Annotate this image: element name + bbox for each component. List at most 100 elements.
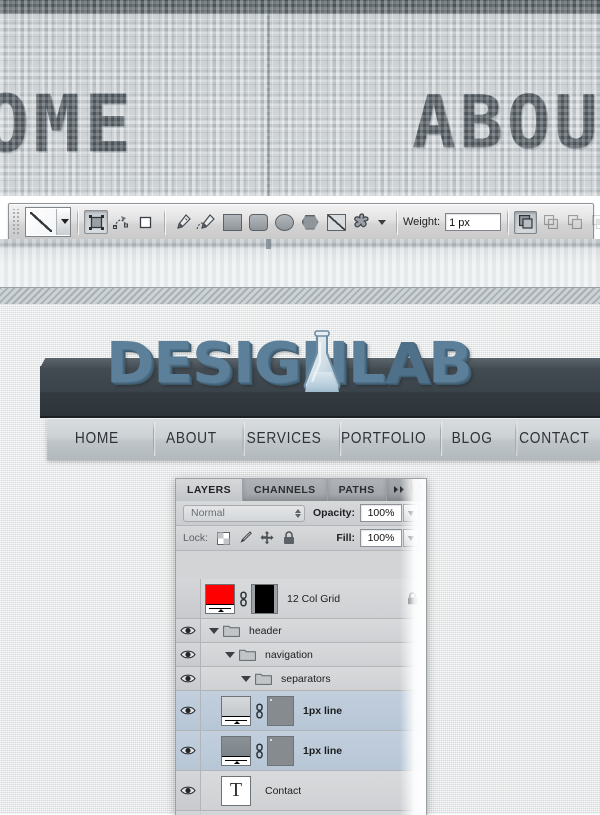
double-arrow-right-icon[interactable] — [393, 481, 406, 499]
opacity-input[interactable]: 100% — [360, 504, 402, 522]
canvas-vertical-guide — [266, 14, 271, 196]
filled-square-icon[interactable] — [134, 211, 156, 233]
nav-item-services[interactable]: SERVICES — [242, 418, 325, 460]
nav-item-contact[interactable]: CONTACT — [516, 418, 594, 460]
layer-name[interactable]: 1px line — [303, 745, 342, 757]
link-icon[interactable] — [253, 742, 265, 759]
layer-mask-thumbnail[interactable] — [251, 583, 278, 614]
rounded-rectangle-icon[interactable] — [245, 211, 271, 233]
layer-thumbnail[interactable] — [221, 735, 251, 766]
table-row[interactable]: navigation — [176, 643, 426, 667]
layer-name[interactable]: separators — [281, 673, 331, 685]
layer-name[interactable]: 1px line — [303, 705, 342, 717]
subtract-shape-icon[interactable] — [564, 212, 585, 233]
chevron-down-icon[interactable] — [378, 219, 386, 225]
text-layer-thumbnail[interactable]: T — [221, 775, 251, 806]
layer-visibility-toggle[interactable] — [176, 619, 201, 642]
canvas-top-dark-band — [0, 0, 600, 14]
layer-thumbnail[interactable] — [221, 695, 251, 726]
layer-mask-thumbnail[interactable] — [267, 735, 294, 766]
options-bar-grip[interactable] — [11, 209, 21, 235]
opacity-dropdown-icon[interactable] — [403, 504, 419, 522]
panel-menu-icon[interactable] — [417, 481, 426, 499]
layer-name[interactable]: 12 Col Grid — [287, 593, 340, 605]
layer-list[interactable]: 12 Col Grid header navigation separators… — [176, 579, 426, 815]
layer-row-body[interactable]: 1px line — [217, 731, 426, 770]
brush-icon[interactable] — [237, 530, 253, 546]
padlock-icon[interactable] — [281, 530, 297, 546]
nav-item-blog[interactable]: BLOG — [440, 418, 504, 460]
table-row[interactable]: header — [176, 619, 426, 643]
layer-visibility-toggle[interactable] — [176, 731, 201, 770]
add-shape-icon[interactable] — [540, 212, 561, 233]
tool-preset-picker[interactable] — [25, 207, 71, 237]
layer-row-body[interactable]: navigation — [201, 643, 426, 666]
layer-visibility-toggle[interactable] — [176, 579, 201, 618]
layer-visibility-toggle[interactable] — [176, 643, 201, 666]
table-row[interactable]: T Blog — [176, 811, 426, 815]
layer-visibility-toggle[interactable] — [176, 811, 201, 815]
fill-dropdown-icon[interactable] — [403, 529, 419, 547]
rectangle-icon[interactable] — [219, 211, 245, 233]
layer-row-body[interactable]: 1px line — [217, 691, 426, 730]
tab-layers[interactable]: LAYERS — [176, 479, 244, 501]
layer-name[interactable]: Contact — [265, 785, 301, 797]
group-disclosure-triangle[interactable] — [225, 651, 235, 658]
weight-input[interactable]: 1 px — [445, 213, 502, 231]
freeform-pen-icon[interactable] — [195, 211, 217, 233]
layer-visibility-toggle[interactable] — [176, 667, 201, 690]
lock-fill-row[interactable]: Lock: Fill: 100% — [176, 526, 426, 551]
layer-row-body[interactable]: 12 Col Grid — [201, 579, 426, 618]
move-arrows-icon[interactable] — [259, 530, 275, 546]
table-row[interactable]: 1px line — [176, 731, 426, 771]
table-row[interactable]: 1px line — [176, 691, 426, 731]
layer-visibility-toggle[interactable] — [176, 771, 201, 810]
link-icon[interactable] — [253, 702, 265, 719]
group-disclosure-triangle[interactable] — [209, 627, 219, 634]
opacity-label: Opacity: — [312, 507, 355, 519]
lock-label: Lock: — [183, 532, 209, 544]
shape-layer-icon[interactable] — [84, 210, 108, 234]
options-separator — [77, 209, 78, 235]
layer-mask-thumbnail[interactable] — [267, 695, 294, 726]
path-icon[interactable] — [110, 211, 132, 233]
table-row[interactable]: T Contact — [176, 771, 426, 811]
tool-options-bar[interactable]: Weight: 1 px — [8, 203, 600, 241]
layers-panel[interactable]: LAYERS CHANNELS PATHS Normal Opacity: 10… — [175, 478, 427, 815]
layer-row-body[interactable]: header — [201, 619, 426, 642]
polygon-icon[interactable] — [297, 211, 323, 233]
new-shape-icon[interactable] — [514, 210, 538, 234]
tab-paths[interactable]: PATHS — [327, 479, 387, 501]
layer-thumbnail[interactable] — [205, 583, 235, 614]
intersect-shape-icon[interactable] — [588, 212, 600, 233]
blend-mode-select[interactable]: Normal — [183, 504, 305, 522]
nav-item-home[interactable]: HOME — [54, 418, 140, 460]
layer-row-body[interactable]: separators — [201, 667, 426, 690]
nav-item-about[interactable]: ABOUT — [153, 418, 229, 460]
custom-shape-icon[interactable] — [349, 211, 375, 233]
photoshop-canvas-zoomed[interactable]: OME ABOU — [0, 0, 600, 196]
layer-name[interactable]: header — [249, 625, 282, 637]
chevron-down-icon[interactable] — [56, 209, 70, 235]
line-icon[interactable] — [323, 211, 349, 233]
group-disclosure-triangle[interactable] — [241, 675, 251, 682]
logo-flask-gap: A — [384, 331, 429, 396]
ellipse-icon[interactable] — [271, 211, 297, 233]
nav-item-portfolio[interactable]: PORTFOLIO — [339, 418, 428, 460]
site-navigation-bar[interactable]: HOME ABOUT SERVICES PORTFOLIO BLOG CONTA… — [47, 418, 600, 460]
checkerboard-icon[interactable] — [215, 530, 231, 546]
fill-input[interactable]: 100% — [360, 529, 402, 547]
link-icon[interactable] — [237, 590, 249, 607]
blend-opacity-row[interactable]: Normal Opacity: 100% — [176, 501, 426, 526]
layer-visibility-toggle[interactable] — [176, 691, 201, 730]
panel-tab-bar[interactable]: LAYERS CHANNELS PATHS — [176, 479, 426, 501]
table-row[interactable]: separators — [176, 667, 426, 691]
layer-row-body[interactable]: T Contact — [217, 771, 426, 810]
layer-row-body[interactable]: T Blog — [217, 811, 426, 815]
tab-channels[interactable]: CHANNELS — [243, 479, 328, 501]
layer-locked-icon — [407, 592, 418, 605]
table-row[interactable]: 12 Col Grid — [176, 579, 426, 619]
layer-name[interactable]: navigation — [265, 649, 313, 661]
blend-mode-spinner-icon[interactable] — [295, 508, 301, 518]
pen-icon[interactable] — [171, 211, 193, 233]
